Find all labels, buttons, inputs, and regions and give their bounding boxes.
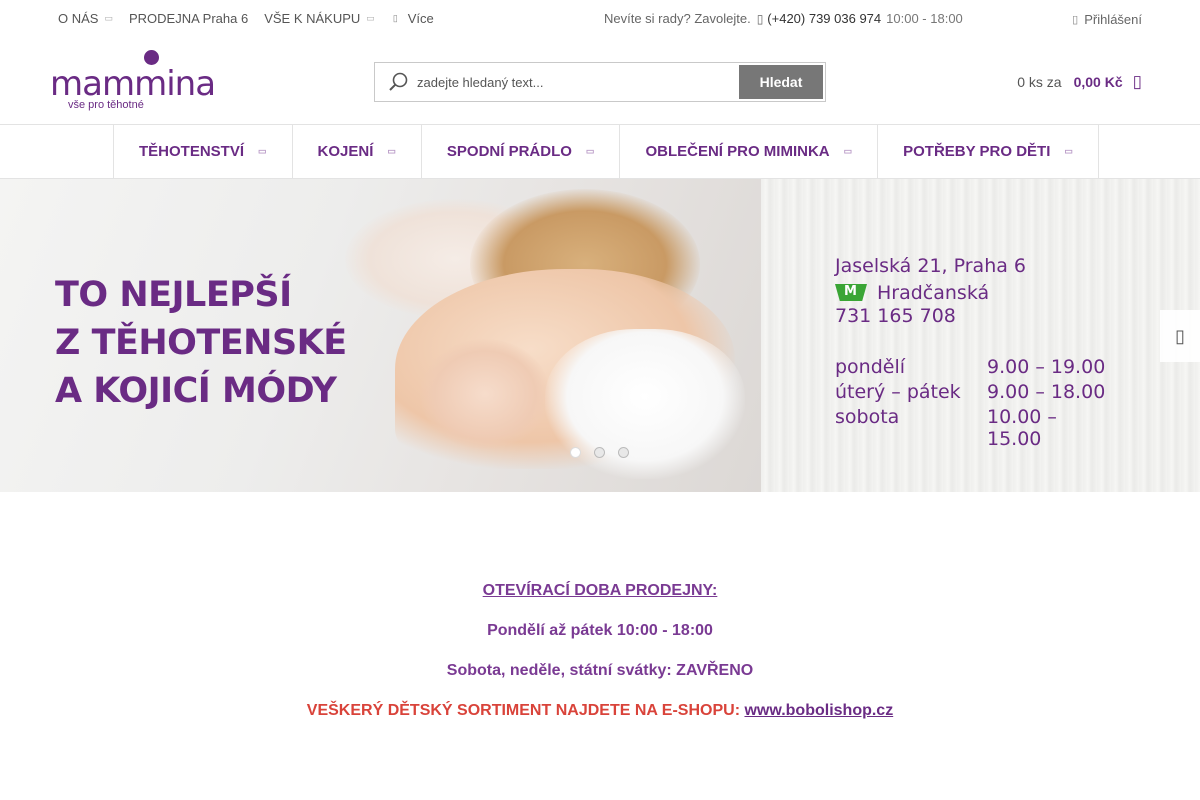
chevron-down-icon: ▭ bbox=[843, 146, 853, 156]
slider-dot-1[interactable] bbox=[570, 447, 581, 458]
search-bar: Hledat bbox=[374, 62, 826, 102]
logo-wordmark: mammina bbox=[50, 64, 216, 104]
search-button[interactable]: Hledat bbox=[739, 65, 823, 99]
banner-metro: Hradčanská bbox=[835, 280, 1107, 305]
nav-item-kids-supplies[interactable]: POTŘEBY PRO DĚTI ▭ bbox=[878, 125, 1099, 178]
banner-metro-label: Hradčanská bbox=[877, 281, 990, 304]
chevron-down-icon: ▭ bbox=[258, 146, 267, 156]
top-link-store-label: PRODEJNA Praha 6 bbox=[128, 11, 249, 26]
baby-face bbox=[420, 339, 550, 449]
main-nav: TĚHOTENSTVÍ ▭ KOJENÍ ▭ SPODNÍ PRÁDLO ▭ O… bbox=[0, 124, 1200, 179]
nav-item-nursing[interactable]: KOJENÍ ▭ bbox=[293, 125, 422, 178]
top-link-more[interactable]: ▯ Více bbox=[391, 11, 434, 26]
cart-price: 0,00 Kč bbox=[1073, 74, 1123, 90]
schedule-row: pondělí 9.00 – 19.00 bbox=[835, 356, 1107, 381]
chevron-down-icon: ▭ bbox=[104, 13, 113, 23]
nav-item-label: POTŘEBY PRO DĚTI bbox=[903, 143, 1051, 160]
store-hours-title: OTEVÍRACÍ DOBA PRODEJNY: bbox=[482, 582, 718, 599]
top-link-store[interactable]: PRODEJNA Praha 6 bbox=[129, 11, 248, 26]
logo[interactable]: mammina vše pro těhotné bbox=[50, 50, 216, 114]
hero-banner[interactable]: TO NEJLEPŠÍ Z TĚHOTENSKÉ A KOJICÍ MÓDY J… bbox=[0, 179, 1200, 492]
cart-count: 0 ks za bbox=[1017, 74, 1062, 90]
nav-item-label: KOJENÍ bbox=[317, 143, 374, 160]
cart-icon: ▯ bbox=[1132, 72, 1142, 91]
schedule-day: pondělí bbox=[835, 356, 906, 378]
nav-item-label: SPODNÍ PRÁDLO bbox=[446, 143, 572, 160]
chevron-down-icon: ▭ bbox=[585, 146, 595, 156]
slider-dot-3[interactable] bbox=[618, 447, 629, 458]
chevron-right-icon: ▯ bbox=[1175, 325, 1185, 346]
nav-item-label: OBLEČENÍ PRO MIMINKA bbox=[645, 143, 830, 160]
banner-headline-line: A KOJICÍ MÓDY bbox=[55, 371, 337, 411]
store-hours-weekdays: Pondělí až pátek 10:00 - 18:00 bbox=[487, 622, 713, 639]
login-label: Přihlášení bbox=[1084, 12, 1142, 27]
banner-phone: 731 165 708 bbox=[835, 305, 956, 327]
search-input[interactable] bbox=[417, 71, 732, 93]
contact-hours: 10:00 - 18:00 bbox=[886, 11, 963, 26]
more-icon: ▯ bbox=[392, 13, 398, 23]
top-links: O NÁS ▭ PRODEJNA Praha 6 VŠE K NÁKUPU ▭ … bbox=[58, 11, 450, 26]
schedule-time: 10.00 – 15.00 bbox=[987, 406, 1057, 450]
schedule-row: sobota 10.00 – 15.00 bbox=[835, 406, 1107, 450]
login-link[interactable]: ▯ Přihlášení bbox=[1072, 12, 1142, 27]
schedule-day: sobota bbox=[835, 406, 900, 428]
contact-info: Nevíte si rady? Zavolejte. ▯ (+420) 739 … bbox=[604, 11, 963, 26]
store-hours-weekend: Sobota, neděle, státní svátky: ZAVŘENO bbox=[446, 662, 754, 679]
top-link-shopping[interactable]: VŠE K NÁKUPU ▭ bbox=[264, 11, 375, 26]
top-link-more-label: Více bbox=[407, 11, 434, 26]
banner-headline-line: Z TĚHOTENSKÉ bbox=[55, 323, 347, 363]
schedule-row: úterý – pátek 9.00 – 18.00 bbox=[835, 381, 1107, 406]
chevron-down-icon: ▭ bbox=[387, 146, 396, 156]
phone-icon: ▯ bbox=[756, 11, 764, 26]
logo-tagline: vše pro těhotné bbox=[68, 99, 144, 111]
chevron-down-icon: ▭ bbox=[366, 13, 375, 23]
schedule-time: 9.00 – 18.00 bbox=[987, 381, 1106, 403]
user-icon: ▯ bbox=[1072, 14, 1079, 26]
chevron-down-icon: ▭ bbox=[1064, 146, 1073, 156]
schedule-time: 9.00 – 19.00 bbox=[987, 356, 1106, 378]
store-hours-section: OTEVÍRACÍ DOBA PRODEJNY: Pondělí až páte… bbox=[0, 580, 1200, 740]
slider-dot-2[interactable] bbox=[594, 447, 605, 458]
cart[interactable]: 0 ks za 0,00 Kč ▯ bbox=[1017, 72, 1142, 92]
banner-store-info: Jaselská 21, Praha 6 Hradčanská 731 165 … bbox=[835, 255, 1107, 450]
main-nav-items: TĚHOTENSTVÍ ▭ KOJENÍ ▭ SPODNÍ PRÁDLO ▭ O… bbox=[113, 125, 1099, 178]
banner-headline: TO NEJLEPŠÍ Z TĚHOTENSKÉ A KOJICÍ MÓDY bbox=[55, 271, 347, 415]
banner-address: Jaselská 21, Praha 6 bbox=[835, 255, 1027, 277]
eshop-text: VEŠKERÝ DĚTSKÝ SORTIMENT NAJDETE NA E-SH… bbox=[306, 702, 741, 719]
help-text: Nevíte si rady? Zavolejte. bbox=[604, 11, 751, 26]
slider-next-button[interactable]: ▯ bbox=[1160, 310, 1200, 362]
contact-phone[interactable]: (+420) 739 036 974 bbox=[767, 11, 881, 26]
top-link-shopping-label: VŠE K NÁKUPU bbox=[264, 11, 361, 26]
slider-dots bbox=[570, 447, 642, 458]
search-icon bbox=[389, 72, 408, 91]
schedule-day: úterý – pátek bbox=[835, 381, 961, 403]
top-link-about[interactable]: O NÁS ▭ bbox=[58, 11, 113, 26]
top-bar: O NÁS ▭ PRODEJNA Praha 6 VŠE K NÁKUPU ▭ … bbox=[0, 0, 1200, 38]
nav-item-label: TĚHOTENSTVÍ bbox=[139, 143, 245, 160]
eshop-link[interactable]: www.bobolishop.cz bbox=[744, 702, 893, 719]
nav-item-pregnancy[interactable]: TĚHOTENSTVÍ ▭ bbox=[114, 125, 293, 178]
nav-item-underwear[interactable]: SPODNÍ PRÁDLO ▭ bbox=[422, 125, 621, 178]
logo-dot bbox=[144, 50, 159, 65]
nav-item-baby-clothes[interactable]: OBLEČENÍ PRO MIMINKA ▭ bbox=[620, 125, 879, 178]
metro-icon bbox=[835, 284, 867, 301]
banner-headline-line: TO NEJLEPŠÍ bbox=[55, 275, 292, 315]
top-link-about-label: O NÁS bbox=[58, 11, 99, 26]
